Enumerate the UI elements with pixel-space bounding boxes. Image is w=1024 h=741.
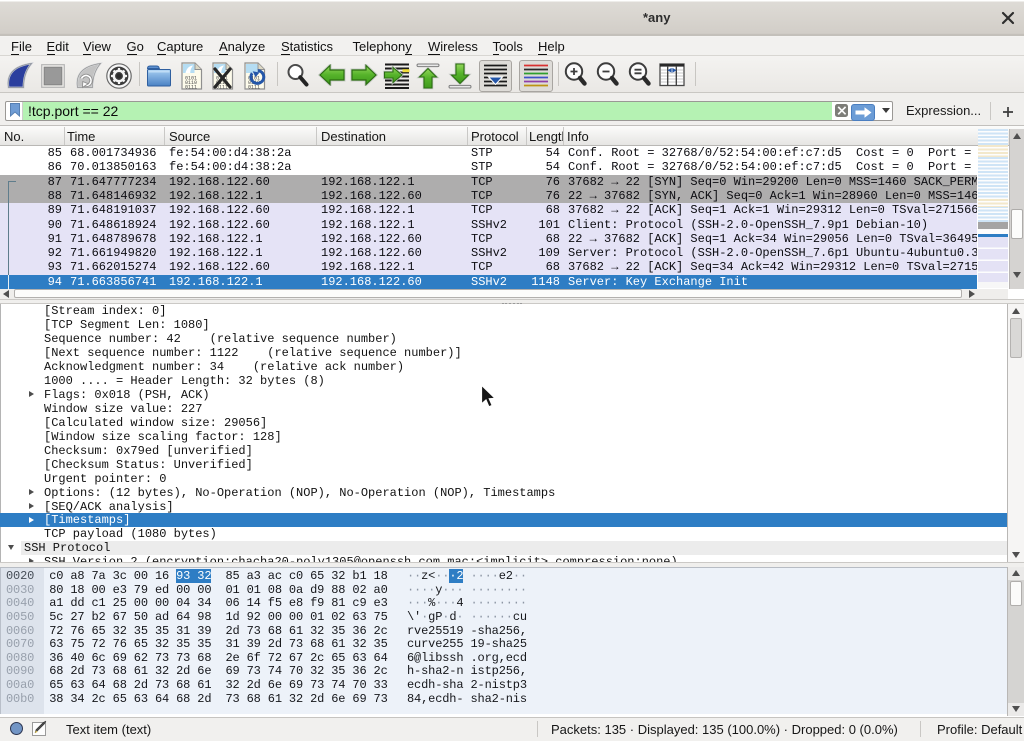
svg-text:0111: 0111 xyxy=(185,85,197,91)
svg-text:0111: 0111 xyxy=(248,85,260,91)
